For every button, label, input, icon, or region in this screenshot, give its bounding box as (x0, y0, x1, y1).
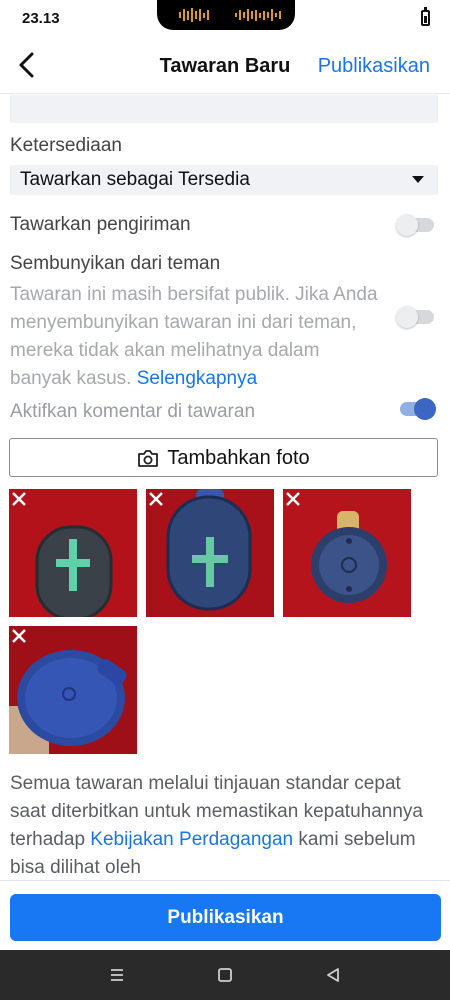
toggle-knob (396, 306, 418, 328)
close-icon[interactable] (9, 489, 29, 509)
comments-label: Aktifkan komentar di tawaran (10, 401, 256, 422)
availability-selected-value: Tawarkan sebagai Tersedia (20, 169, 250, 190)
publish-button[interactable]: Publikasikan (10, 894, 441, 941)
availability-select[interactable]: Tawarkan sebagai Tersedia (10, 165, 438, 195)
publish-button-label: Publikasikan (167, 907, 284, 928)
back-triangle-icon[interactable] (322, 964, 344, 986)
back-button[interactable] (14, 50, 42, 80)
header: Tawaran Baru Publikasikan (0, 38, 450, 94)
system-nav-bar (0, 950, 450, 1000)
camera-notch (157, 0, 295, 30)
close-icon[interactable] (9, 626, 29, 646)
menu-icon[interactable] (106, 964, 128, 986)
availability-label: Ketersediaan (10, 135, 122, 156)
previous-field[interactable] (10, 95, 438, 123)
status-bar: 23.13 (0, 0, 450, 38)
hide-from-friends-toggle[interactable] (396, 306, 434, 328)
status-time: 23.13 (22, 10, 60, 27)
speaker-photo-4[interactable] (9, 626, 137, 754)
bottom-action-area: Publikasikan (0, 880, 450, 950)
sound-wave-icon (179, 8, 209, 22)
toggle-knob (414, 398, 436, 420)
sound-wave-icon (235, 8, 281, 22)
close-icon[interactable] (283, 489, 303, 509)
caret-down-icon (412, 176, 424, 183)
home-square-icon[interactable] (214, 964, 236, 986)
shipping-toggle[interactable] (396, 214, 434, 236)
add-photo-button[interactable]: Tambahkan foto (9, 438, 438, 477)
add-photo-label: Tambahkan foto (167, 447, 310, 469)
close-icon[interactable] (146, 489, 166, 509)
hide-from-friends-description: Tawaran ini masih bersifat publik. Jika … (10, 281, 380, 393)
shipping-label: Tawarkan pengiriman (10, 214, 191, 235)
hide-from-friends-title: Sembunyikan dari teman (10, 253, 221, 274)
toggle-knob (396, 214, 418, 236)
speaker-photo-1[interactable] (9, 489, 137, 617)
speaker-photo-2[interactable] (146, 489, 274, 617)
review-notice: Semua tawaran melalui tinjauan standar c… (10, 770, 435, 882)
header-publish-button[interactable]: Publikasikan (318, 55, 430, 78)
camera-icon (138, 450, 159, 467)
battery-charging-icon (421, 7, 430, 26)
speaker-photo-3[interactable] (283, 489, 411, 617)
chevron-left-icon (19, 52, 34, 78)
learn-more-link[interactable]: Selengkapnya (137, 368, 257, 389)
comments-toggle[interactable] (400, 398, 436, 420)
commerce-policy-link[interactable]: Kebijakan Perdagangan (90, 829, 293, 850)
